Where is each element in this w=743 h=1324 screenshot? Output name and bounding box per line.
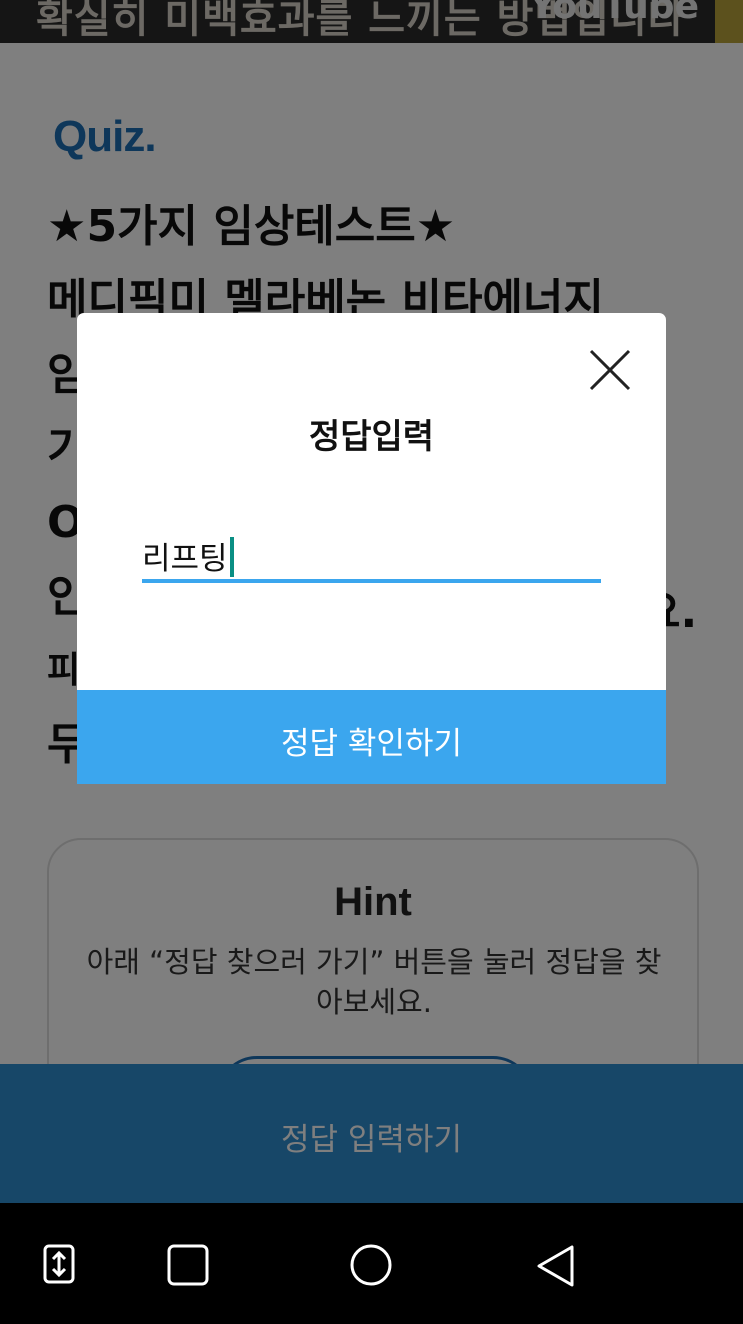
recent-apps-icon xyxy=(167,1244,209,1286)
screen-adjust-icon xyxy=(43,1244,75,1284)
close-button[interactable] xyxy=(587,347,633,393)
recent-apps-button[interactable] xyxy=(166,1243,210,1287)
answer-text: 리프팅 xyxy=(142,541,228,577)
close-icon xyxy=(589,349,631,391)
answer-input-value: 리프팅 xyxy=(142,533,234,578)
text-cursor xyxy=(229,537,234,577)
back-icon xyxy=(537,1245,574,1287)
check-answer-label: 정답 확인하기 xyxy=(281,726,462,762)
check-answer-button[interactable]: 정답 확인하기 xyxy=(77,690,666,784)
back-button[interactable] xyxy=(534,1243,578,1287)
dialog-title: 정답입력 xyxy=(308,417,435,457)
home-button[interactable] xyxy=(348,1243,392,1287)
system-navigation-bar xyxy=(0,1203,743,1324)
screen-adjust-button[interactable] xyxy=(40,1243,84,1287)
home-icon xyxy=(350,1244,392,1286)
answer-dialog: 정답입력 리프팅 정답 확인하기 xyxy=(77,313,666,784)
answer-input[interactable]: 리프팅 xyxy=(142,523,601,583)
